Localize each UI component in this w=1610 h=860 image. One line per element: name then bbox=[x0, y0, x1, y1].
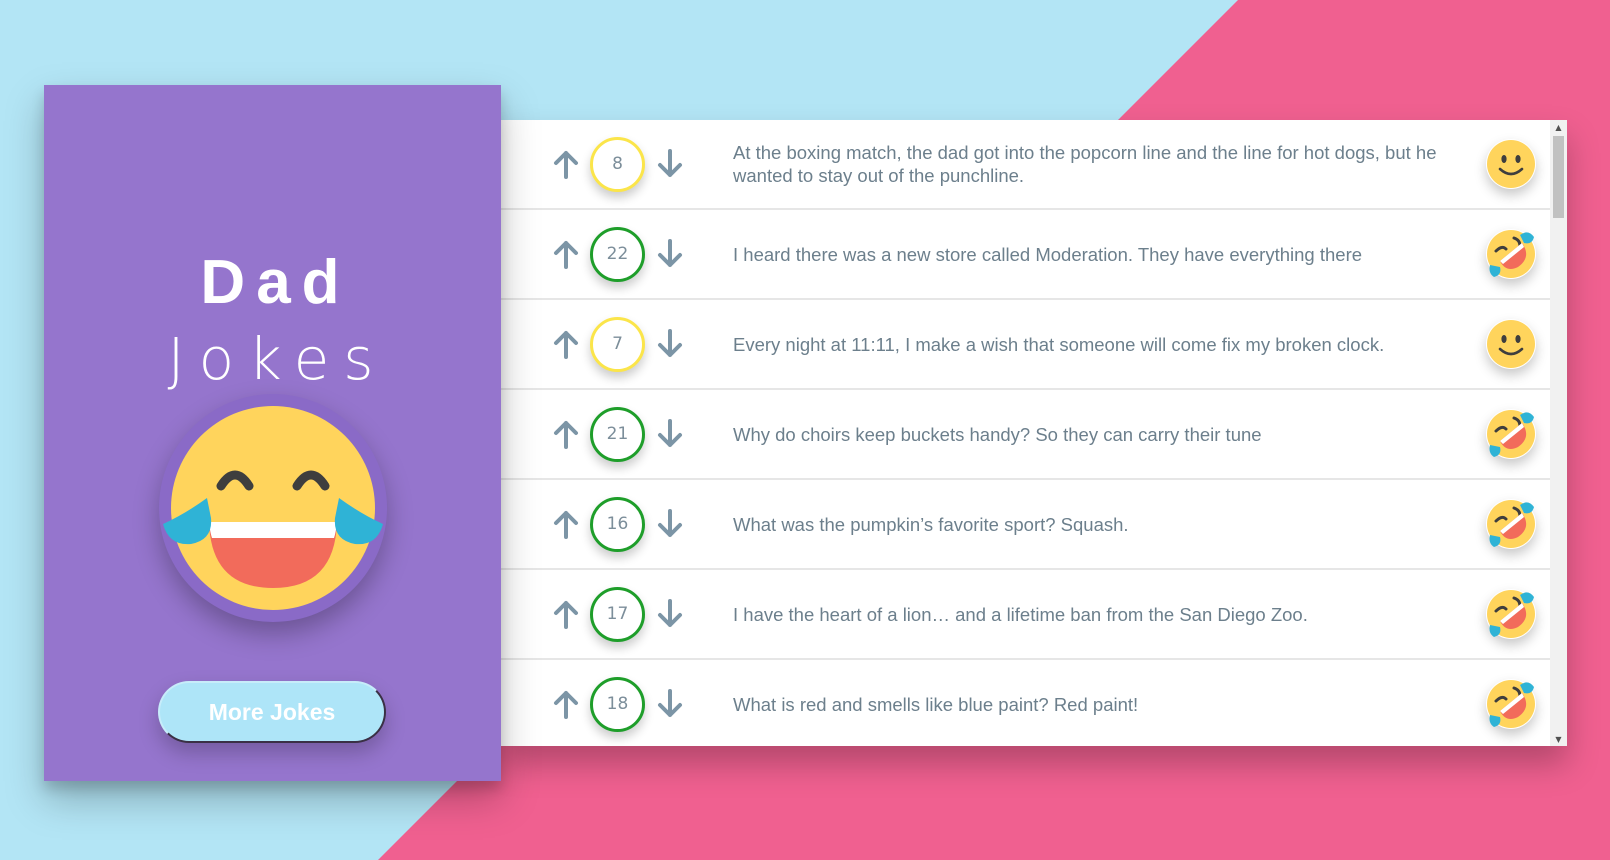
slight-smile-icon bbox=[1486, 139, 1536, 189]
downvote-arrow-icon[interactable] bbox=[654, 688, 686, 720]
downvote-arrow-icon[interactable] bbox=[654, 148, 686, 180]
sidebar: Dad Jokes More Jokes bbox=[44, 85, 501, 781]
rofl-icon bbox=[1486, 499, 1536, 549]
joke-score: 17 bbox=[590, 586, 645, 642]
upvote-arrow-icon[interactable] bbox=[550, 238, 582, 270]
joke-row: 8 At the boxing match, the dad got into t… bbox=[501, 120, 1550, 210]
joke-text: What was the pumpkin’s favorite sport? S… bbox=[733, 513, 1129, 535]
rofl-icon bbox=[1486, 229, 1536, 279]
scroll-up-icon[interactable]: ▲ bbox=[1550, 120, 1567, 134]
downvote-arrow-icon[interactable] bbox=[654, 508, 686, 540]
upvote-arrow-icon[interactable] bbox=[550, 418, 582, 450]
upvote-arrow-icon[interactable] bbox=[550, 688, 582, 720]
upvote-arrow-icon[interactable] bbox=[550, 508, 582, 540]
downvote-arrow-icon[interactable] bbox=[654, 598, 686, 630]
joke-text: I heard there was a new store called Mod… bbox=[733, 243, 1363, 265]
joke-score: 7 bbox=[590, 316, 645, 372]
rofl-icon bbox=[1486, 589, 1536, 639]
joke-text: I have the heart of a lion… and a lifeti… bbox=[733, 603, 1308, 625]
rofl-icon bbox=[1486, 679, 1536, 729]
joke-text: At the boxing match, the dad got into th… bbox=[733, 142, 1437, 186]
joke-score: 8 bbox=[590, 136, 645, 192]
joke-text: Why do choirs keep buckets handy? So the… bbox=[733, 423, 1262, 445]
scrollbar-thumb[interactable] bbox=[1553, 136, 1564, 218]
rofl-icon bbox=[1486, 409, 1536, 459]
scrollbar[interactable]: ▲ ▼ bbox=[1550, 120, 1567, 746]
upvote-arrow-icon[interactable] bbox=[550, 328, 582, 360]
joke-row: 22 I heard there was a new store called M… bbox=[501, 210, 1550, 300]
upvote-arrow-icon[interactable] bbox=[550, 598, 582, 630]
joke-text: What is red and smells like blue paint? … bbox=[733, 693, 1139, 715]
joke-score: 16 bbox=[590, 496, 645, 552]
upvote-arrow-icon[interactable] bbox=[550, 148, 582, 180]
joke-score: 22 bbox=[590, 226, 645, 282]
joke-row: 16 What was the pumpkin’s favorite sport?… bbox=[501, 480, 1550, 570]
scroll-down-icon[interactable]: ▼ bbox=[1550, 732, 1567, 746]
joke-row: 17 I have the heart of a lion… and a life… bbox=[501, 570, 1550, 660]
slight-smile-icon bbox=[1486, 319, 1536, 369]
downvote-arrow-icon[interactable] bbox=[654, 328, 686, 360]
downvote-arrow-icon[interactable] bbox=[654, 238, 686, 270]
app-title-dad: Dad bbox=[200, 248, 351, 317]
joke-score: 18 bbox=[590, 676, 645, 732]
app-title-jokes: Jokes bbox=[167, 325, 388, 393]
jokes-panel: 8 At the boxing match, the dad got into t… bbox=[501, 120, 1567, 746]
joke-score: 21 bbox=[590, 406, 645, 462]
joke-text: Every night at 11:11, I make a wish that… bbox=[733, 333, 1385, 355]
more-jokes-button[interactable]: More Jokes bbox=[158, 681, 386, 743]
laughing-tears-icon bbox=[159, 394, 387, 622]
jokes-list: 8 At the boxing match, the dad got into t… bbox=[501, 120, 1550, 746]
downvote-arrow-icon[interactable] bbox=[654, 418, 686, 450]
joke-row: 18 What is red and smells like blue paint… bbox=[501, 660, 1550, 746]
joke-row: 21 Why do choirs keep buckets handy? So t… bbox=[501, 390, 1550, 480]
joke-row: 7 Every night at 11:11, I make a wish tha… bbox=[501, 300, 1550, 390]
